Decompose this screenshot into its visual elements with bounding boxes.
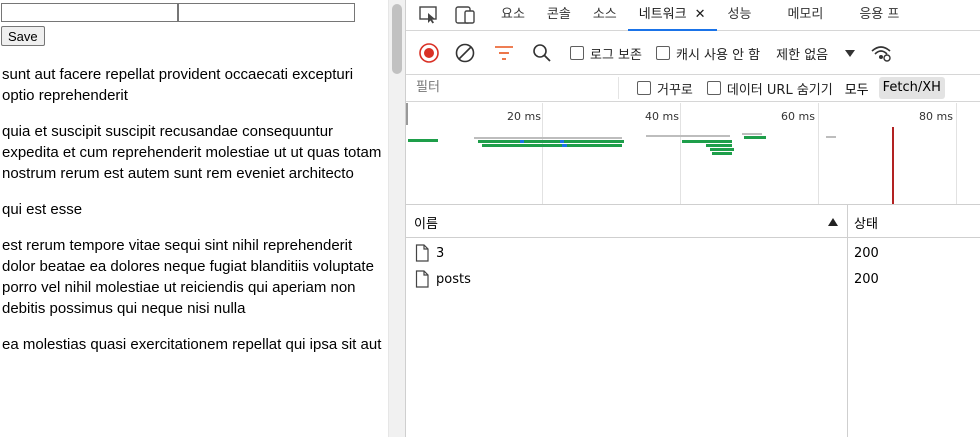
request-status: 200	[854, 272, 879, 287]
request-bar-queued	[474, 137, 622, 139]
hide-data-urls-checkbox[interactable]: 데이터 URL 숨기기	[706, 79, 833, 98]
post-body: est rerum tempore vitae sequi sint nihil…	[2, 237, 374, 317]
request-bar-wait	[562, 144, 567, 147]
tab-sources[interactable]: 소스	[582, 0, 628, 30]
document-icon	[415, 244, 429, 266]
disable-cache-label: 캐시 사용 안 함	[675, 47, 761, 63]
checkbox-box[interactable]	[706, 81, 721, 95]
request-bar	[744, 136, 766, 139]
checkbox-box[interactable]	[655, 46, 670, 60]
request-bar-wait	[560, 140, 564, 143]
request-bar-wait	[520, 140, 524, 143]
invert-label: 거꾸로	[657, 82, 693, 98]
request-name: 3	[436, 246, 445, 261]
request-bar	[710, 148, 734, 151]
tab-network-label: 네트워크	[638, 7, 687, 22]
text-input-2[interactable]	[178, 3, 355, 22]
filter-input[interactable]: 필터	[412, 77, 619, 99]
filter-fetch-xhr-button[interactable]: Fetch/XH	[878, 77, 945, 99]
request-bar	[408, 139, 438, 142]
column-divider[interactable]	[847, 205, 848, 437]
request-status: 200	[854, 246, 879, 261]
request-bar	[478, 140, 624, 143]
tab-network[interactable]: 네트워크 ✕	[627, 0, 717, 31]
search-icon[interactable]	[532, 40, 552, 66]
preserve-log-label: 로그 보존	[590, 47, 642, 63]
disable-cache-checkbox[interactable]: 캐시 사용 안 함	[655, 44, 761, 63]
request-bar	[712, 152, 732, 155]
post-title: ea molestias quasi exercitationem repell…	[2, 336, 382, 353]
record-icon[interactable]	[418, 40, 440, 66]
form-inputs	[1, 3, 355, 22]
tab-elements[interactable]: 요소	[490, 0, 536, 30]
close-icon[interactable]: ✕	[695, 7, 706, 22]
sort-ascending-icon[interactable]	[828, 215, 838, 230]
request-bar	[482, 144, 622, 147]
invert-checkbox[interactable]: 거꾸로	[637, 79, 693, 98]
filter-icon[interactable]	[494, 40, 514, 66]
checkbox-box[interactable]	[570, 46, 584, 60]
tab-application[interactable]: 응용 프	[848, 0, 910, 30]
request-bar-queued	[742, 133, 762, 135]
request-bar	[682, 140, 732, 143]
network-overview-timeline[interactable]: 20 ms 40 ms 60 ms 80 ms	[406, 103, 980, 205]
column-header-status[interactable]: 상태	[854, 213, 878, 232]
tab-memory[interactable]: 메모리	[776, 0, 834, 30]
hide-data-urls-label: 데이터 URL 숨기기	[726, 82, 833, 98]
network-conditions-icon[interactable]	[870, 40, 892, 66]
text-input-1[interactable]	[1, 3, 178, 22]
checkbox-box[interactable]	[637, 81, 651, 95]
inspect-icon[interactable]	[418, 4, 440, 26]
request-bar	[706, 144, 732, 147]
document-icon	[415, 270, 429, 292]
clear-icon[interactable]	[454, 40, 476, 66]
filter-all-button[interactable]: 모두	[845, 79, 869, 98]
request-bar-queued	[682, 135, 730, 137]
load-event-marker	[892, 127, 894, 204]
table-row[interactable]: 3 200	[406, 241, 980, 267]
column-header-name[interactable]: 이름	[414, 213, 438, 232]
device-toggle-icon[interactable]	[454, 4, 476, 26]
scrollbar-thumb[interactable]	[392, 4, 402, 74]
table-header: 이름 상태	[406, 205, 980, 238]
web-page: Save sunt aut facere repellat provident …	[0, 0, 388, 437]
post-title: sunt aut facere repellat provident occae…	[2, 66, 354, 104]
save-button[interactable]: Save	[1, 26, 45, 46]
page-scrollbar[interactable]	[388, 0, 405, 437]
post-title: qui est esse	[2, 201, 83, 218]
request-table: 이름 상태 3 200 posts 200	[406, 205, 980, 437]
post-body: quia et suscipit suscipit recusandae con…	[2, 123, 382, 182]
tab-console[interactable]: 콘솔	[536, 0, 582, 30]
throttling-select[interactable]: 제한 없음	[776, 44, 828, 63]
request-bar-queued	[826, 136, 836, 138]
table-row[interactable]: posts 200	[406, 267, 980, 293]
post-list: sunt aut facere repellat provident occae…	[2, 64, 382, 370]
request-name: posts	[436, 272, 471, 287]
devtools-tab-bar: 요소 콘솔 소스 네트워크 ✕ 성능 메모리 응용 프	[406, 0, 980, 31]
devtools-panel: 요소 콘솔 소스 네트워크 ✕ 성능 메모리 응용 프 로그 보존 캐시 사용 안…	[405, 0, 980, 437]
tab-performance[interactable]: 성능	[717, 0, 763, 30]
preserve-log-checkbox[interactable]: 로그 보존	[570, 44, 642, 63]
network-toolbar: 로그 보존 캐시 사용 안 함 제한 없음	[406, 35, 980, 71]
filter-bar: 필터 거꾸로 데이터 URL 숨기기 모두 Fetch/XH	[406, 74, 980, 102]
dropdown-arrow-icon[interactable]	[844, 40, 856, 66]
